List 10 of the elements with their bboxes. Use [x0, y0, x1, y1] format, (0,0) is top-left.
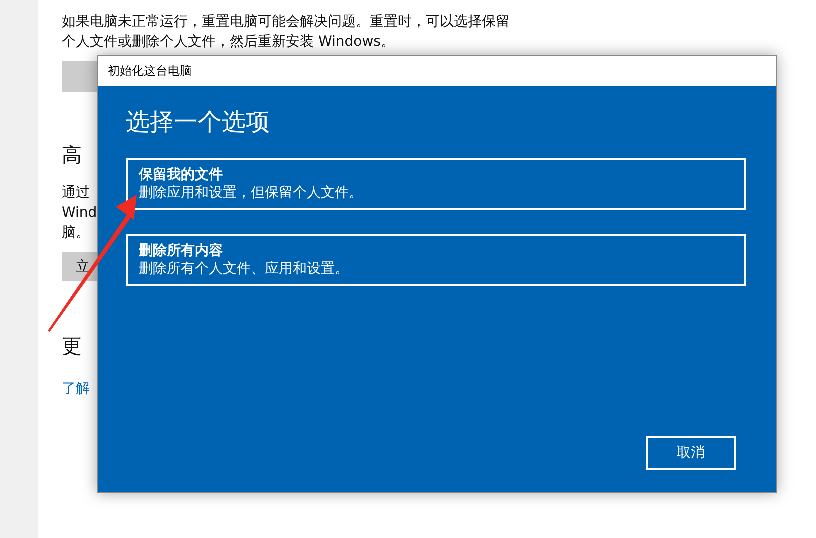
- section-heading: 更: [62, 333, 82, 360]
- learn-more-link[interactable]: 了解: [62, 380, 90, 398]
- option-card[interactable]: 保留我的文件 删除应用和设置，但保留个人文件。: [126, 158, 746, 210]
- description-text: 如果电脑未正常运行，重置电脑可能会解决问题。重置时，可以选择保留 个人文件或删除个人文件，然后重新安装 Windows。: [62, 13, 510, 52]
- dialog-heading: 选择一个选项: [126, 107, 270, 138]
- option-card[interactable]: 删除所有内容 删除所有个人文件、应用和设置。: [126, 234, 746, 286]
- window-title: 初始化这台电脑: [108, 62, 192, 80]
- description-text: 通过 Wind 脑。: [62, 184, 98, 243]
- cancel-button[interactable]: 取消: [646, 436, 736, 470]
- section-heading: 高: [62, 142, 82, 169]
